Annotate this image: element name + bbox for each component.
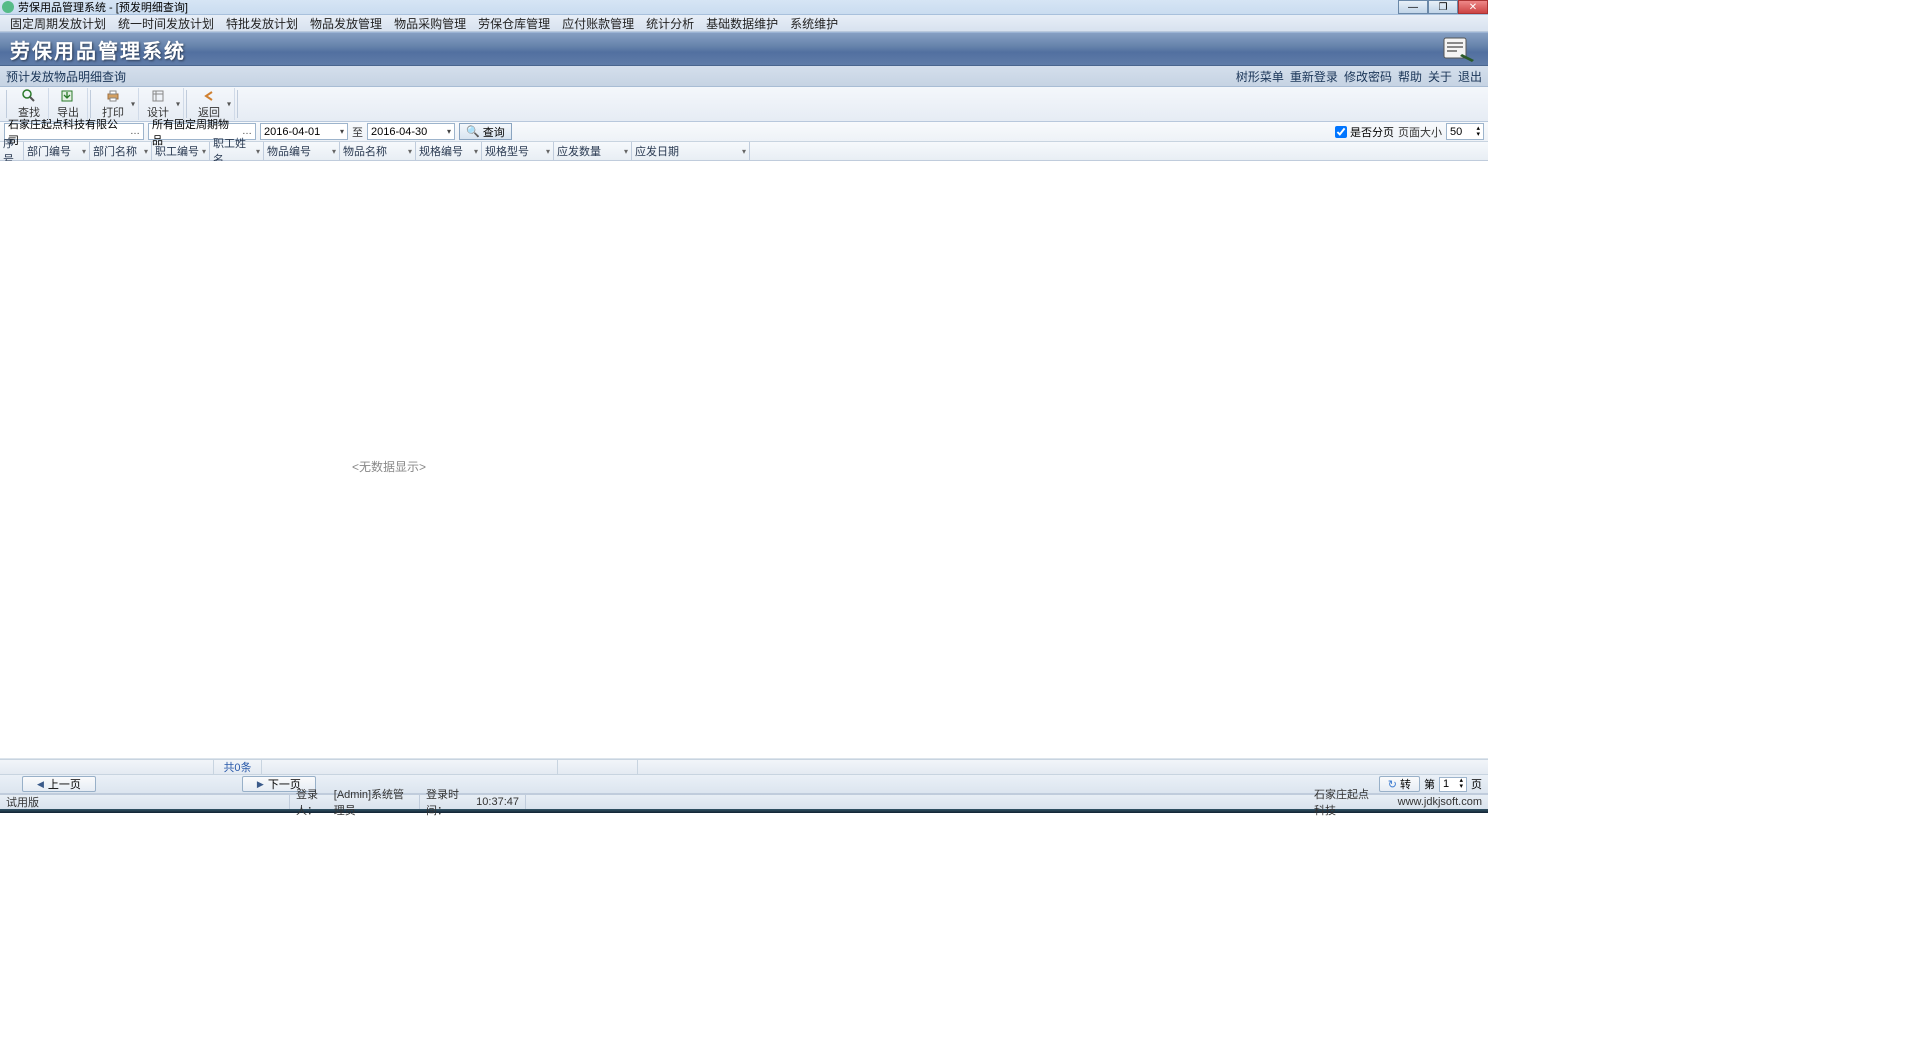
menu-payable[interactable]: 应付账款管理	[556, 15, 640, 32]
page-go-group: ↻转 第 1▴▾ 页	[1379, 776, 1482, 792]
menu-statistics[interactable]: 统计分析	[640, 15, 700, 32]
link-help[interactable]: 帮助	[1398, 68, 1422, 85]
grid-body: <无数据显示>	[0, 161, 1488, 759]
pagination-bar: ◀上一页 ▶下一页 ↻转 第 1▴▾ 页	[0, 775, 1488, 794]
pagination-checkbox[interactable]: 是否分页	[1335, 124, 1394, 140]
column-header[interactable]: 物品名称▾	[340, 142, 416, 160]
go-button[interactable]: ↻转	[1379, 776, 1420, 792]
binoculars-icon: 🔍	[466, 125, 480, 138]
link-about[interactable]: 关于	[1428, 68, 1452, 85]
chevron-down-icon[interactable]: ▾	[474, 147, 478, 156]
column-header[interactable]: 职工编号▾	[152, 142, 210, 160]
back-button[interactable]: 返回	[190, 88, 235, 120]
window-controls: — ❐ ✕	[1398, 0, 1488, 14]
maximize-button[interactable]: ❐	[1428, 0, 1458, 14]
toolbar: 查找 导出 打印 设计 返回	[0, 87, 1488, 122]
menu-unified-time[interactable]: 统一时间发放计划	[112, 15, 220, 32]
chevron-down-icon[interactable]: ▾	[624, 147, 628, 156]
column-header[interactable]: 规格型号▾	[482, 142, 554, 160]
chevron-down-icon[interactable]: ▾	[742, 147, 746, 156]
title-bar: 劳保用品管理系统 - [预发明细查询]	[0, 0, 1488, 15]
app-icon	[2, 1, 14, 13]
column-header[interactable]: 规格编号▾	[416, 142, 482, 160]
app-banner: 劳保用品管理系统	[0, 32, 1488, 66]
spinner-icon: ▴▾	[1459, 778, 1463, 790]
banner-clipboard-icon	[1438, 34, 1478, 64]
subtitle-bar: 预计发放物品明细查询 树形菜单 重新登录 修改密码 帮助 关于 退出	[0, 66, 1488, 87]
column-header[interactable]: 职工姓名▾	[210, 142, 264, 160]
link-exit[interactable]: 退出	[1458, 68, 1482, 85]
link-relogin[interactable]: 重新登录	[1290, 68, 1338, 85]
column-header[interactable]: 序号	[0, 142, 24, 160]
chevron-down-icon: ▾	[336, 127, 344, 136]
no-data-label: <无数据显示>	[352, 458, 426, 475]
status-bar: 试用版 登录人：[Admin]系统管理员 登录时间：10:37:47 石家庄起点…	[0, 794, 1488, 809]
arrow-right-icon: ▶	[257, 779, 264, 790]
menu-system[interactable]: 系统维护	[784, 15, 844, 32]
page-label-prefix: 第	[1424, 776, 1435, 792]
menu-warehouse[interactable]: 劳保仓库管理	[472, 15, 556, 32]
link-change-password[interactable]: 修改密码	[1344, 68, 1392, 85]
chevron-down-icon[interactable]: ▾	[82, 147, 86, 156]
chevron-down-icon[interactable]: ▾	[546, 147, 550, 156]
page-title: 预计发放物品明细查询	[6, 68, 126, 85]
login-user-cell: 登录人：[Admin]系统管理员	[290, 795, 420, 809]
menu-item-distribution[interactable]: 物品发放管理	[304, 15, 388, 32]
company-url-cell: 石家庄起点科技 www.jdkjsoft.com	[1308, 795, 1488, 809]
spinner-icon: ▴▾	[1476, 126, 1480, 138]
login-time-cell: 登录时间：10:37:47	[420, 795, 526, 809]
taskbar-stub	[0, 809, 1488, 813]
date-to-picker[interactable]: 2016-04-30▾	[367, 123, 455, 140]
find-button[interactable]: 查找	[10, 88, 49, 120]
ellipsis-icon: …	[126, 126, 140, 137]
chevron-down-icon: ▾	[443, 127, 451, 136]
to-label: 至	[352, 124, 363, 140]
chevron-down-icon[interactable]: ▾	[332, 147, 336, 156]
minimize-button[interactable]: —	[1398, 0, 1428, 14]
page-label-suffix: 页	[1471, 776, 1482, 792]
window-title: 劳保用品管理系统 - [预发明细查询]	[18, 0, 188, 15]
menu-bar: 固定周期发放计划 统一时间发放计划 特批发放计划 物品发放管理 物品采购管理 劳…	[0, 15, 1488, 32]
menu-fixed-cycle[interactable]: 固定周期发放计划	[4, 15, 112, 32]
subtitle-links: 树形菜单 重新登录 修改密码 帮助 关于 退出	[1236, 68, 1482, 85]
design-icon	[150, 89, 166, 103]
page-size-label: 页面大小	[1398, 124, 1442, 140]
chevron-down-icon[interactable]: ▾	[202, 147, 206, 156]
chevron-down-icon[interactable]: ▾	[256, 147, 260, 156]
printer-icon	[105, 89, 121, 103]
column-header[interactable]: 应发日期▾	[632, 142, 750, 160]
edition-cell: 试用版	[0, 795, 290, 809]
date-from-picker[interactable]: 2016-04-01▾	[260, 123, 348, 140]
design-button[interactable]: 设计	[139, 88, 184, 120]
company-picker[interactable]: 石家庄起点科技有限公司…	[4, 123, 144, 140]
chevron-down-icon[interactable]: ▾	[408, 147, 412, 156]
banner-title: 劳保用品管理系统	[10, 35, 186, 64]
arrow-left-icon: ◀	[37, 779, 44, 790]
back-icon	[201, 89, 217, 103]
menu-item-purchase[interactable]: 物品采购管理	[388, 15, 472, 32]
column-header[interactable]: 物品编号▾	[264, 142, 340, 160]
page-number-stepper[interactable]: 1▴▾	[1439, 777, 1467, 792]
print-button[interactable]: 打印	[94, 88, 139, 120]
chevron-down-icon[interactable]: ▾	[144, 147, 148, 156]
column-header[interactable]: 部门编号▾	[24, 142, 90, 160]
total-count: 共0条	[214, 760, 262, 774]
column-header[interactable]: 应发数量▾	[554, 142, 632, 160]
search-icon	[21, 89, 37, 103]
goto-icon: ↻	[1388, 778, 1397, 791]
page-size-stepper[interactable]: 50▴▾	[1446, 123, 1484, 140]
export-button[interactable]: 导出	[49, 88, 88, 120]
menu-special-approval[interactable]: 特批发放计划	[220, 15, 304, 32]
close-button[interactable]: ✕	[1458, 0, 1488, 14]
export-icon	[60, 89, 76, 103]
prev-page-button[interactable]: ◀上一页	[22, 776, 96, 792]
menu-basedata[interactable]: 基础数据维护	[700, 15, 784, 32]
column-header[interactable]: 部门名称▾	[90, 142, 152, 160]
query-button[interactable]: 🔍查询	[459, 123, 512, 140]
grid-header: 序号部门编号▾部门名称▾职工编号▾职工姓名▾物品编号▾物品名称▾规格编号▾规格型…	[0, 142, 1488, 161]
count-bar: 共0条	[0, 759, 1488, 775]
link-tree-menu[interactable]: 树形菜单	[1236, 68, 1284, 85]
